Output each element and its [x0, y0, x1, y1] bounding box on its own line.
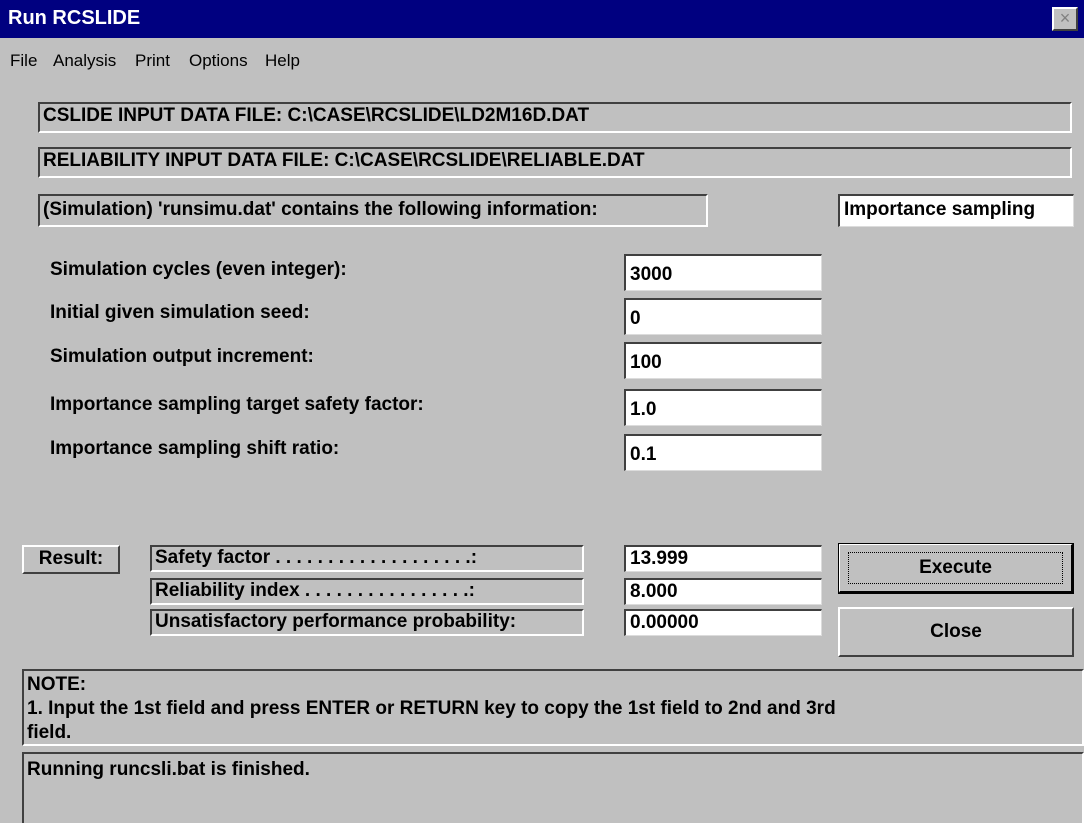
simulation-info-label: (Simulation) 'runsimu.dat' contains the … [38, 194, 708, 227]
target-safety-factor-label: Importance sampling target safety factor… [50, 394, 424, 415]
run-rcslide-window: Run RCSLIDE × File Analysis Print Option… [0, 0, 1084, 823]
menu-file[interactable]: File [10, 51, 37, 71]
status-message: Running runcsli.bat is finished. [27, 759, 310, 780]
note-line-2: field. [27, 722, 72, 743]
menu-bar: File Analysis Print Options Help [0, 38, 1084, 80]
window-title: Run RCSLIDE [8, 7, 141, 29]
cslide-input-file-label: CSLIDE INPUT DATA FILE: C:\CASE\RCSLIDE\… [38, 102, 1072, 133]
title-bar[interactable]: Run RCSLIDE × [0, 0, 1084, 38]
note-line-1: 1. Input the 1st field and press ENTER o… [27, 698, 836, 719]
menu-print[interactable]: Print [135, 51, 170, 71]
reliability-index-label: Reliability index . . . . . . . . . . . … [150, 578, 584, 605]
output-increment-input[interactable]: 100 [624, 342, 822, 379]
status-panel: Running runcsli.bat is finished. [22, 752, 1084, 823]
simulation-seed-label: Initial given simulation seed: [50, 302, 310, 323]
simulation-method-field: Importance sampling [838, 194, 1074, 227]
simulation-seed-input[interactable]: 0 [624, 298, 822, 335]
reliability-index-value: 8.000 [624, 578, 822, 605]
menu-options[interactable]: Options [189, 51, 248, 71]
execute-button[interactable]: Execute [838, 543, 1074, 594]
target-safety-factor-input[interactable]: 1.0 [624, 389, 822, 426]
shift-ratio-label: Importance sampling shift ratio: [50, 438, 340, 459]
safety-factor-label: Safety factor . . . . . . . . . . . . . … [150, 545, 584, 572]
focus-rectangle [848, 552, 1063, 584]
unsatisfactory-probability-label: Unsatisfactory performance probability: [150, 609, 584, 636]
note-title: NOTE: [27, 674, 87, 695]
safety-factor-value: 13.999 [624, 545, 822, 572]
menu-analysis[interactable]: Analysis [53, 51, 116, 71]
reliability-input-file-label: RELIABILITY INPUT DATA FILE: C:\CASE\RCS… [38, 147, 1072, 178]
result-label: Result: [22, 545, 120, 574]
shift-ratio-input[interactable]: 0.1 [624, 434, 822, 471]
unsatisfactory-probability-value: 0.00000 [624, 609, 822, 636]
output-increment-label: Simulation output increment: [50, 346, 314, 367]
close-button[interactable]: Close [838, 607, 1074, 657]
note-panel: NOTE: 1. Input the 1st field and press E… [22, 669, 1084, 746]
simulation-cycles-input[interactable]: 3000 [624, 254, 822, 291]
simulation-cycles-label: Simulation cycles (even integer): [50, 259, 347, 280]
menu-help[interactable]: Help [265, 51, 300, 71]
close-icon[interactable]: × [1052, 7, 1078, 31]
